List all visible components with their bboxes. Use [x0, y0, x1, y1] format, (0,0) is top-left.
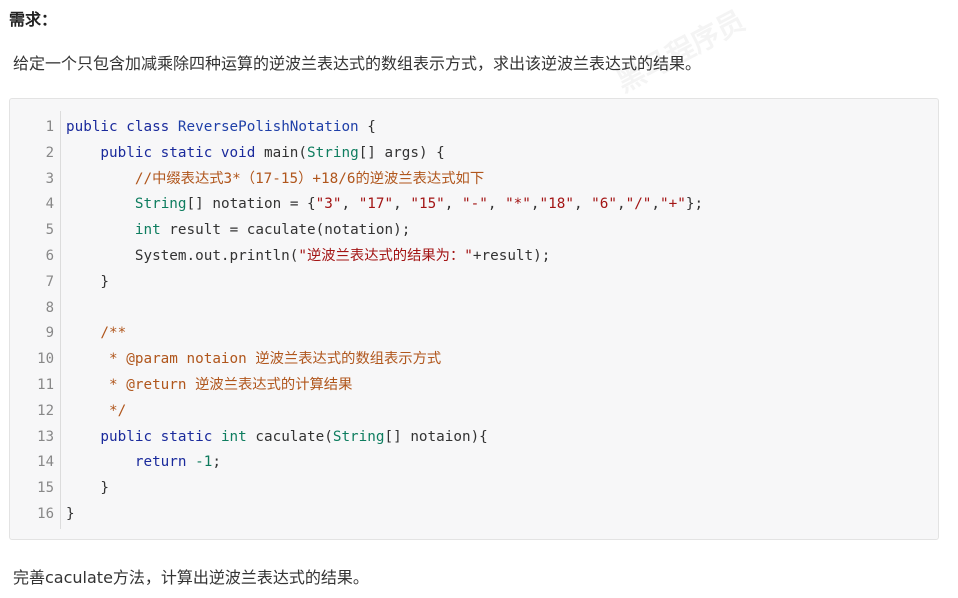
code-token: }: [66, 505, 75, 522]
code-token: String: [332, 428, 385, 445]
code-token: int: [134, 222, 161, 239]
code-line: System.out.println("逆波兰表达式的结果为："+result)…: [66, 244, 703, 270]
watermark-brand-top: 黑马程序员: [611, 3, 751, 99]
code-token: public class: [66, 119, 178, 135]
line-number: 8: [45, 299, 54, 316]
code-line: //中缀表达式3*（17-15）+18/6的逆波兰表达式如下: [66, 167, 703, 193]
code-token: ,: [444, 196, 463, 213]
code-token: "18": [539, 196, 574, 213]
code-token: ,: [487, 196, 506, 213]
line-number: 12: [37, 402, 54, 419]
code-token: [] notaion){: [384, 428, 488, 445]
code-token: public static void: [66, 144, 264, 161]
code-line: public static int caculate(String[] nota…: [66, 425, 703, 451]
line-number: 4: [45, 196, 54, 213]
code-token: ,: [530, 196, 540, 213]
requirement-description: 给定一个只包含加减乘除四种运算的逆波兰表达式的数组表示方式，求出该逆波兰表达式的…: [13, 54, 702, 73]
line-number: 5: [45, 222, 54, 239]
code-line: * @return 逆波兰表达式的计算结果: [66, 373, 703, 399]
code-line: return -1;: [66, 450, 703, 476]
code-line: * @param notaion 逆波兰表达式的数组表示方式: [66, 347, 703, 373]
line-number: 14: [37, 454, 54, 471]
code-token: "17": [358, 196, 394, 213]
line-number-gutter: 1 2 3 4 5 6 7 8 9 10 11 12 13 14 15 16: [10, 115, 54, 528]
code-token: ,: [393, 196, 411, 213]
code-token: String: [307, 144, 359, 161]
code-token: "6": [591, 196, 617, 213]
code-token: ,: [341, 196, 359, 213]
code-line: }: [66, 476, 703, 502]
code-token: System.out.println(: [66, 247, 299, 264]
code-token: ,: [651, 196, 661, 213]
line-number: 13: [37, 428, 54, 445]
code-token: +result);: [472, 247, 551, 264]
code-token: * @return 逆波兰表达式的计算结果: [66, 376, 353, 393]
code-token: "逆波兰表达式的结果为：": [298, 247, 473, 264]
code-token: }: [66, 480, 110, 497]
code-token: //中缀表达式3*（17-15）+18/6的逆波兰表达式如下: [66, 170, 485, 187]
code-line: String[] notation = {"3", "17", "15", "-…: [66, 192, 703, 218]
code-token: */: [66, 402, 127, 419]
code-token: "15": [410, 196, 445, 213]
code-token: main(: [263, 144, 308, 161]
line-number: 10: [37, 351, 54, 368]
code-token: "3": [315, 196, 342, 213]
code-line: }: [66, 270, 703, 296]
code-token: ;: [212, 454, 221, 471]
code-token: public static: [66, 428, 221, 445]
code-token: -1: [195, 454, 213, 471]
code-token: int: [220, 428, 247, 445]
gutter-divider: [60, 111, 61, 529]
code-token: ReversePolishNotation: [177, 119, 359, 135]
code-token: "/": [625, 196, 652, 213]
code-line: int result = caculate(notation);: [66, 218, 703, 244]
code-token: [] notation = {: [186, 196, 316, 213]
line-number: 1: [45, 119, 54, 135]
code-block: 1 2 3 4 5 6 7 8 9 10 11 12 13 14 15 16 public class Rev…: [9, 98, 939, 540]
code-token: };: [685, 196, 704, 213]
code-content: public class ReversePolishNotation { pub…: [66, 115, 703, 528]
code-token: ,: [573, 196, 592, 213]
code-token: * @param notaion 逆波兰表达式的数组表示方式: [66, 351, 442, 368]
code-line: }: [66, 502, 703, 528]
code-token: "-": [462, 196, 488, 213]
code-line: */: [66, 399, 703, 425]
code-token: "*": [505, 196, 531, 213]
line-number: 6: [45, 247, 54, 264]
task-instruction: 完善caculate方法，计算出逆波兰表达式的结果。: [13, 568, 369, 587]
code-token: caculate(: [246, 428, 333, 445]
line-number: 2: [45, 144, 54, 161]
line-number: 15: [37, 480, 54, 497]
code-token: result = caculate(notation);: [160, 222, 411, 239]
line-number: 3: [45, 170, 54, 187]
code-token: "+": [660, 196, 686, 213]
code-token: String: [134, 196, 187, 213]
line-number: 7: [45, 273, 54, 290]
line-number: 11: [37, 376, 54, 393]
code-token: ,: [616, 196, 626, 213]
code-line: public static void main(String[] args) {: [66, 141, 703, 167]
code-token: [] args) {: [358, 144, 445, 161]
page-heading: 需求：: [9, 10, 58, 29]
code-token: return: [66, 454, 196, 471]
code-line: public class ReversePolishNotation {: [66, 115, 703, 141]
code-token: /**: [66, 325, 127, 342]
code-line: /**: [66, 321, 703, 347]
code-token: }: [66, 273, 110, 290]
line-number: 16: [37, 505, 54, 522]
line-number: 9: [45, 325, 54, 342]
code-token: {: [358, 119, 376, 135]
